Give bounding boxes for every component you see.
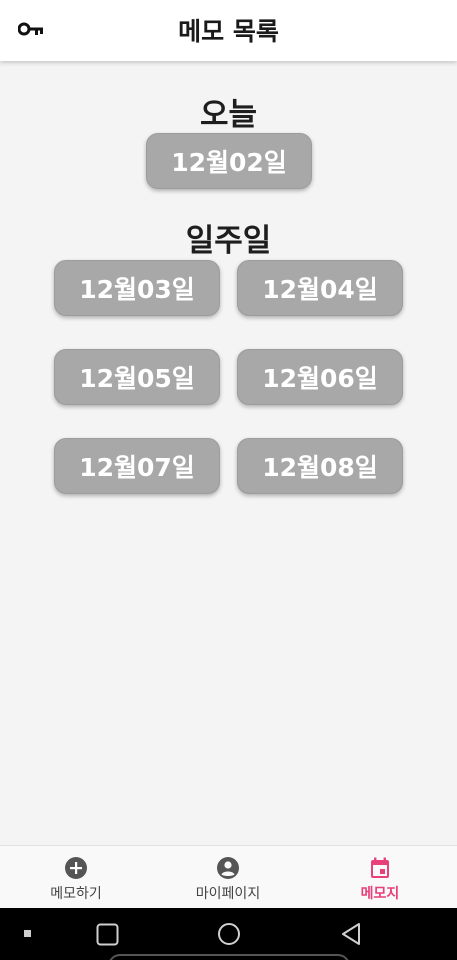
square-icon[interactable] bbox=[96, 923, 119, 946]
system-nav-bar bbox=[0, 908, 457, 960]
page-title: 메모 목록 bbox=[178, 17, 279, 46]
recent-apps-icon[interactable] bbox=[24, 930, 32, 938]
account-circle-icon bbox=[217, 857, 239, 879]
back-icon[interactable] bbox=[340, 922, 362, 946]
nav-label: 메모지 bbox=[360, 886, 400, 902]
add-circle-icon bbox=[65, 857, 87, 879]
gesture-hint bbox=[108, 954, 350, 960]
nav-item-my-page[interactable]: 마이페이지 bbox=[152, 846, 304, 909]
bottom-nav: 메모하기 마이페이지 메모지 bbox=[0, 845, 457, 908]
date-button[interactable]: 12월08일 bbox=[237, 438, 403, 494]
nav-label: 메모하기 bbox=[50, 886, 102, 902]
home-icon[interactable] bbox=[217, 922, 241, 946]
date-button[interactable]: 12월06일 bbox=[237, 349, 403, 405]
date-button[interactable]: 12월03일 bbox=[54, 260, 220, 316]
nav-item-write-memo[interactable]: 메모하기 bbox=[0, 846, 152, 909]
today-heading: 오늘 bbox=[199, 97, 258, 133]
date-button[interactable]: 12월05일 bbox=[54, 349, 220, 405]
app-bar: 메모 목록 bbox=[0, 0, 457, 61]
calendar-icon bbox=[371, 857, 389, 878]
nav-item-memo-sheet[interactable]: 메모지 bbox=[304, 846, 456, 909]
date-button[interactable]: 12월07일 bbox=[54, 438, 220, 494]
week-heading: 일주일 bbox=[185, 223, 272, 259]
date-button-today[interactable]: 12월02일 bbox=[146, 133, 312, 189]
date-button[interactable]: 12월04일 bbox=[237, 260, 403, 316]
nav-label: 마이페이지 bbox=[195, 886, 261, 902]
memo-list: 오늘 12월02일 일주일 12월03일 12월04일 12월05일 12월06… bbox=[0, 61, 457, 845]
